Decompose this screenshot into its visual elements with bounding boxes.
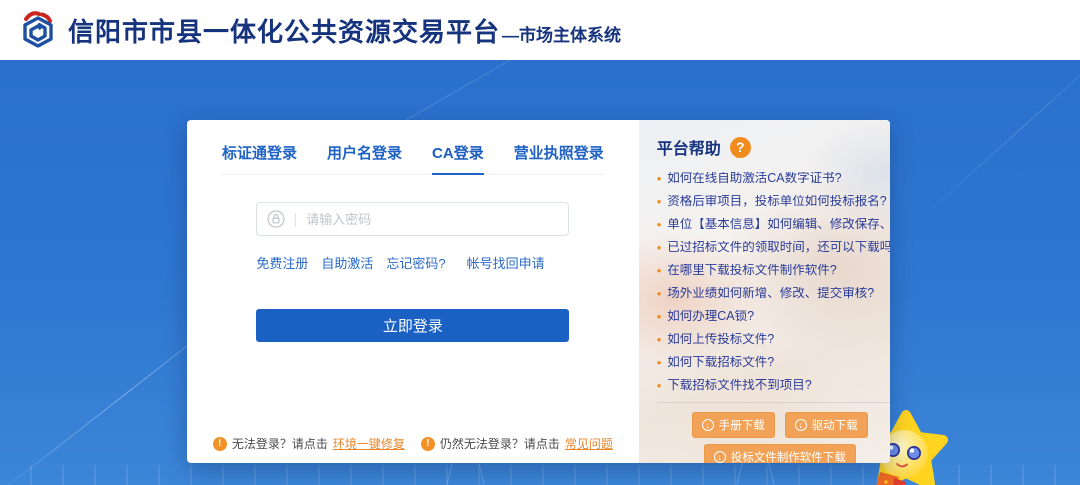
help-link-label: 资格后审项目，投标单位如何投标报名?	[667, 195, 886, 208]
help-link-label: 如何办理CA锁?	[667, 310, 754, 323]
login-button[interactable]: 立即登录	[256, 309, 569, 342]
download-button-label: 投标文件制作软件下载	[731, 449, 846, 463]
help-pane: 平台帮助 ? • 如何在线自助激活CA数字证书? • 资格后审项目，投标单位如何…	[639, 120, 890, 463]
bullet-icon: •	[657, 172, 662, 185]
bullet-icon: •	[657, 310, 662, 323]
manual-download-button[interactable]: ↓ 手册下载	[692, 412, 775, 438]
lock-icon	[267, 210, 285, 228]
free-register-link[interactable]: 免费注册	[256, 253, 308, 272]
help-link-label: 如何在线自助激活CA数字证书?	[667, 172, 841, 185]
download-button-label: 手册下载	[719, 417, 765, 433]
download-icon: ↓	[714, 451, 726, 463]
warning-icon: !	[421, 437, 435, 451]
help-link-edit-basic-info[interactable]: • 单位【基本信息】如何编辑、修改保存、...	[657, 218, 890, 231]
env-repair-link[interactable]: 环境一键修复	[333, 435, 405, 452]
download-row-2: ↓ 投标文件制作软件下载	[657, 444, 890, 463]
password-input[interactable]	[306, 212, 558, 227]
tab-ca-login[interactable]: CA登录	[432, 142, 484, 175]
bullet-icon: •	[657, 379, 662, 392]
page-title: 信阳市市县一体化公共资源交易平台	[68, 12, 500, 49]
page-subtitle: —市场主体系统	[502, 15, 621, 46]
download-icon: ↓	[795, 419, 807, 431]
bullet-icon: •	[657, 241, 662, 254]
password-field-wrap: |	[256, 202, 569, 236]
bid-software-download-button[interactable]: ↓ 投标文件制作软件下载	[704, 444, 856, 463]
cannot-login-group: ! 无法登录？请点击环境一键修复	[213, 435, 405, 452]
help-link-upload-bid-file[interactable]: • 如何上传投标文件?	[657, 333, 890, 346]
field-separator: |	[293, 211, 297, 228]
cannot-login-text: 无法登录？请点击	[232, 435, 328, 452]
help-link-label: 如何上传投标文件?	[667, 333, 774, 346]
help-link-software-download-where[interactable]: • 在哪里下载投标文件制作软件?	[657, 264, 890, 277]
help-link-label: 单位【基本信息】如何编辑、修改保存、...	[667, 218, 890, 231]
help-link-activate-ca[interactable]: • 如何在线自助激活CA数字证书?	[657, 172, 890, 185]
help-link-label: 如何下载招标文件?	[667, 356, 774, 369]
self-activate-link[interactable]: 自助激活	[321, 253, 373, 272]
main-background: 标证通登录 用户名登录 CA登录 营业执照登录 | 免费注册 自助激活 忘记密码…	[0, 60, 1080, 485]
faq-link[interactable]: 常见问题	[565, 435, 613, 452]
forgot-password-link[interactable]: 忘记密码?	[386, 253, 445, 272]
tab-business-license-login[interactable]: 营业执照登录	[514, 142, 604, 174]
login-pane: 标证通登录 用户名登录 CA登录 营业执照登录 | 免费注册 自助激活 忘记密码…	[187, 120, 639, 463]
help-link-bid-signup[interactable]: • 资格后审项目，投标单位如何投标报名?	[657, 195, 890, 208]
account-recovery-link[interactable]: 帐号找回申请	[467, 253, 545, 272]
help-link-expired-download[interactable]: • 已过招标文件的领取时间，还可以下载吗...	[657, 241, 890, 254]
download-button-label: 驱动下载	[812, 417, 858, 433]
help-link-label: 场外业绩如何新增、修改、提交审核?	[667, 287, 874, 300]
help-divider	[657, 402, 890, 403]
bullet-icon: •	[657, 195, 662, 208]
page-header: 信阳市市县一体化公共资源交易平台 —市场主体系统	[0, 0, 1080, 60]
help-title-row: 平台帮助 ?	[657, 135, 890, 159]
help-link-label: 已过招标文件的领取时间，还可以下载吗...	[667, 241, 890, 254]
bullet-icon: •	[657, 264, 662, 277]
bullet-icon: •	[657, 287, 662, 300]
help-link-download-tender-file[interactable]: • 如何下载招标文件?	[657, 356, 890, 369]
bullet-icon: •	[657, 333, 662, 346]
platform-logo-icon	[18, 10, 58, 50]
login-card: 标证通登录 用户名登录 CA登录 营业执照登录 | 免费注册 自助激活 忘记密码…	[187, 120, 890, 463]
warning-icon: !	[213, 437, 227, 451]
driver-download-button[interactable]: ↓ 驱动下载	[785, 412, 868, 438]
tab-bzt-login[interactable]: 标证通登录	[222, 142, 297, 174]
still-cannot-login-text: 仍然无法登录？请点击	[440, 435, 560, 452]
download-row-1: ↓ 手册下载 ↓ 驱动下载	[657, 412, 890, 438]
bullet-icon: •	[657, 218, 662, 231]
help-link-label: 在哪里下载投标文件制作软件?	[667, 264, 836, 277]
help-link-offsite-performance[interactable]: • 场外业绩如何新增、修改、提交审核?	[657, 287, 890, 300]
bullet-icon: •	[657, 356, 662, 369]
help-link-project-not-found[interactable]: • 下载招标文件找不到项目?	[657, 379, 890, 392]
still-cannot-login-group: ! 仍然无法登录？请点击常见问题	[421, 435, 613, 452]
login-help-footer: ! 无法登录？请点击环境一键修复 ! 仍然无法登录？请点击常见问题	[187, 435, 639, 452]
bg-streak	[918, 60, 1080, 221]
help-link-apply-ca-lock[interactable]: • 如何办理CA锁?	[657, 310, 890, 323]
tab-username-login[interactable]: 用户名登录	[327, 142, 402, 174]
help-title: 平台帮助	[657, 135, 721, 159]
login-tabs: 标证通登录 用户名登录 CA登录 营业执照登录	[222, 142, 604, 175]
download-area: ↓ 手册下载 ↓ 驱动下载 ↓ 投标文件制作软件下载	[657, 412, 890, 463]
help-question-icon: ?	[730, 137, 751, 158]
help-link-label: 下载招标文件找不到项目?	[667, 379, 811, 392]
download-icon: ↓	[702, 419, 714, 431]
quick-links: 免费注册 自助激活 忘记密码? 帐号找回申请	[256, 253, 569, 272]
